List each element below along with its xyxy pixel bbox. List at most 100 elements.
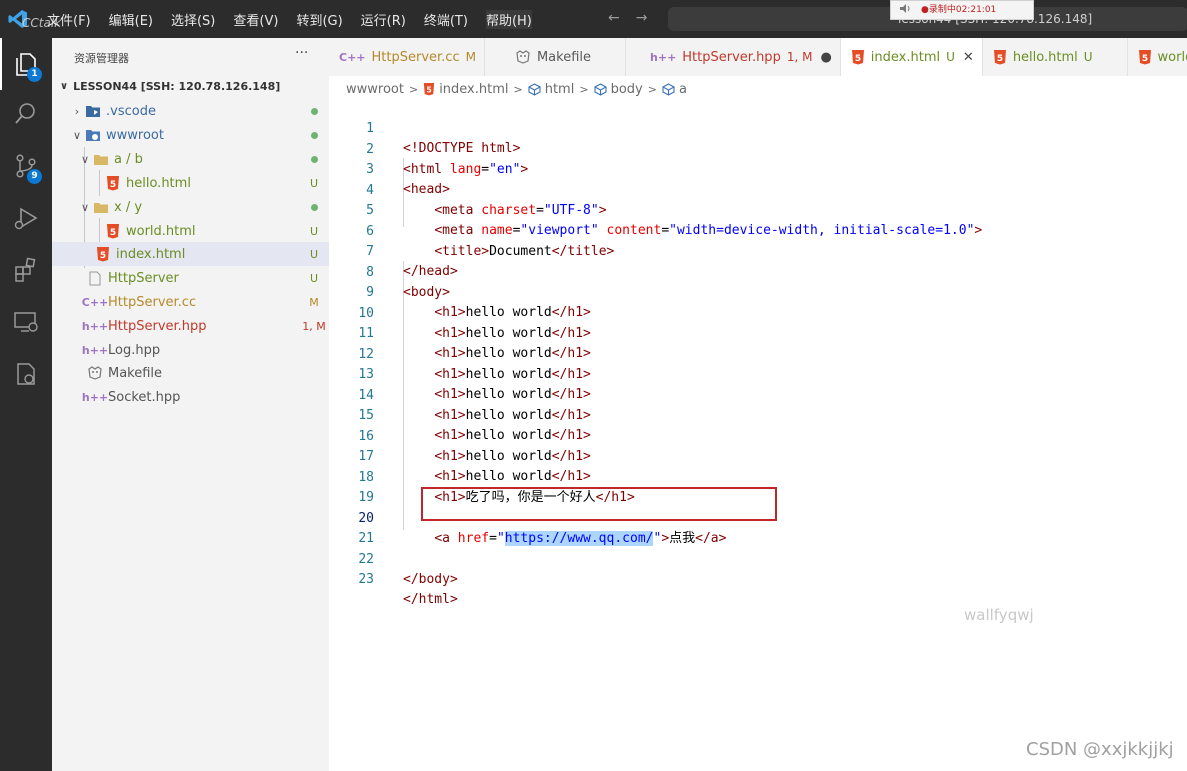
- code-line: 12 <h1>hello world</h1>: [329, 325, 1187, 382]
- title-bar: CCtalk 文件(F) 编辑(E) 选择(S) 查看(V) 转到(G) 运行(…: [0, 0, 1187, 38]
- chevron-right-icon: >: [513, 82, 523, 96]
- tree-item-log-hpp[interactable]: h++ Log.hpp: [52, 338, 329, 362]
- modified-dot: [299, 107, 329, 115]
- tree-item-label: world.html: [126, 223, 196, 239]
- menu-file[interactable]: 文件(F): [47, 10, 91, 29]
- source-control-badge: 9: [27, 169, 42, 184]
- menu-view[interactable]: 查看(V): [233, 10, 278, 29]
- tree-item-label: a / b: [114, 151, 143, 167]
- svg-text:5: 5: [427, 85, 432, 94]
- workspace-root[interactable]: ∨ LESSON44 [SSH: 120.78.126.148]: [60, 80, 280, 93]
- remote-explorer-icon[interactable]: [12, 308, 40, 336]
- chevron-down-icon: ∨: [80, 152, 90, 166]
- header-file-icon: h++: [81, 319, 109, 333]
- active-indicator: [0, 38, 2, 90]
- code-line: 2 <html lang="en">: [329, 120, 1187, 177]
- speaker-icon: [900, 4, 910, 13]
- makefile-icon: [515, 50, 531, 64]
- explorer-badge: 1: [27, 67, 42, 82]
- menu-go[interactable]: 转到(G): [296, 10, 342, 29]
- tab-hello-html[interactable]: 5 hello.html U: [983, 38, 1128, 76]
- tree-item-folder-x-y[interactable]: ∨ x / y: [52, 195, 329, 219]
- tree-item-socket-hpp[interactable]: h++ Socket.hpp: [52, 385, 329, 409]
- code-line: 19: [329, 468, 1187, 505]
- tree-item-label: HttpServer: [108, 270, 179, 286]
- menu-terminal[interactable]: 终端(T): [424, 10, 468, 29]
- cpp-file-icon: C++: [81, 295, 109, 309]
- header-file-icon: h++: [650, 50, 677, 64]
- breadcrumb-html[interactable]: html: [545, 82, 575, 97]
- tab-status: U: [946, 50, 955, 64]
- html-file-icon: 5: [94, 246, 112, 262]
- code-token: </html>: [403, 592, 458, 607]
- tab-makefile[interactable]: Makefile: [485, 38, 627, 76]
- breadcrumb-folder[interactable]: wwwroot: [346, 82, 404, 97]
- menu-bar: 文件(F) 编辑(E) 选择(S) 查看(V) 转到(G) 运行(R) 终端(T…: [47, 0, 550, 38]
- code-line: 15 <h1>hello world</h1>: [329, 386, 1187, 443]
- tree-item-label: wwwroot: [106, 127, 164, 143]
- tree-item-label: .vscode: [106, 103, 156, 119]
- tree-item-httpserver-hpp[interactable]: h++ HttpServer.hpp 1, M: [52, 314, 329, 338]
- menu-edit[interactable]: 编辑(E): [109, 10, 153, 29]
- svg-text:5: 5: [1141, 54, 1147, 64]
- tab-label: HttpServer.cc: [371, 49, 460, 65]
- tab-index-html[interactable]: 5 index.html U ✕: [840, 38, 983, 76]
- nav-back-forward-icon[interactable]: ←→: [608, 10, 663, 26]
- tree-item-index-html[interactable]: 5 index.html U: [52, 242, 329, 266]
- tab-label: index.html: [870, 49, 941, 65]
- html-file-icon: 5: [104, 223, 122, 239]
- html-file-icon: 5: [104, 175, 122, 191]
- tree-item-label: hello.html: [126, 175, 191, 191]
- html-file-icon: 5: [423, 82, 435, 96]
- git-status-badge: U: [309, 176, 319, 190]
- element-cube-icon: [594, 82, 607, 96]
- tab-httpserver-hpp[interactable]: h++ HttpServer.hpp 1, M ●: [626, 38, 841, 76]
- chevron-down-icon: ∨: [60, 81, 69, 92]
- tree-item-wwwroot[interactable]: ∨ wwwroot: [52, 123, 329, 147]
- menu-selection[interactable]: 选择(S): [171, 10, 215, 29]
- tab-httpserver-cc[interactable]: C++ HttpServer.cc M: [329, 38, 485, 76]
- extensions-icon[interactable]: [12, 256, 40, 284]
- run-debug-icon[interactable]: [12, 204, 40, 232]
- tree-item-label: index.html: [116, 246, 186, 262]
- svg-text:5: 5: [855, 54, 861, 64]
- more-actions-icon[interactable]: ···: [295, 45, 308, 61]
- tab-label: hello.html: [1012, 49, 1078, 65]
- breadcrumb-a[interactable]: a: [679, 82, 687, 97]
- tab-world-html[interactable]: 5 world.htm: [1128, 38, 1187, 76]
- header-file-icon: h++: [81, 343, 109, 357]
- recording-indicator: ●录制中02:21:01: [890, 0, 1034, 20]
- menu-run[interactable]: 运行(R): [361, 10, 406, 29]
- tree-item-httpserver[interactable]: HttpServer U: [52, 266, 329, 290]
- code-line: 9 <h1>hello world</h1>: [329, 263, 1187, 320]
- line-number: 23: [358, 572, 374, 587]
- menu-help[interactable]: 帮助(H): [485, 9, 532, 29]
- tab-label: HttpServer.hpp: [682, 49, 781, 65]
- tree-item-folder-a-b[interactable]: ∨ a / b: [52, 147, 329, 171]
- breadcrumb-file[interactable]: index.html: [439, 82, 508, 97]
- workspace-root-label: LESSON44 [SSH: 120.78.126.148]: [73, 80, 281, 93]
- code-line: 6 <title>Document</title>: [329, 202, 1187, 259]
- chevron-right-icon: ›: [74, 104, 80, 118]
- tree-item-world-html[interactable]: 5 world.html U: [52, 219, 329, 243]
- tree-item-hello-html[interactable]: 5 hello.html U: [52, 171, 329, 195]
- modified-dot: [299, 131, 329, 139]
- breadcrumb-body[interactable]: body: [611, 82, 643, 97]
- code-line: 22 </body>: [329, 530, 1187, 587]
- vscode-folder-icon: [84, 103, 102, 119]
- tree-item-makefile[interactable]: Makefile: [52, 361, 329, 385]
- code-line: 4 <meta charset="UTF-8">: [329, 161, 1187, 218]
- tree-item-vscode[interactable]: › .vscode: [52, 99, 329, 123]
- makefile-icon: [86, 365, 104, 381]
- cpp-file-icon: C++: [339, 50, 366, 64]
- chevron-right-icon: >: [579, 82, 589, 96]
- tab-status: M: [465, 50, 476, 64]
- unsaved-dot-icon[interactable]: ●: [820, 50, 831, 65]
- git-status-badge: U: [309, 271, 319, 285]
- search-icon[interactable]: [12, 100, 40, 128]
- close-icon[interactable]: ✕: [963, 50, 974, 65]
- tab-status: U: [1083, 50, 1093, 64]
- tree-item-httpserver-cc[interactable]: C++ HttpServer.cc M: [52, 290, 329, 314]
- git-status-badge: 1, M: [302, 319, 326, 333]
- docker-containers-icon[interactable]: [12, 360, 40, 388]
